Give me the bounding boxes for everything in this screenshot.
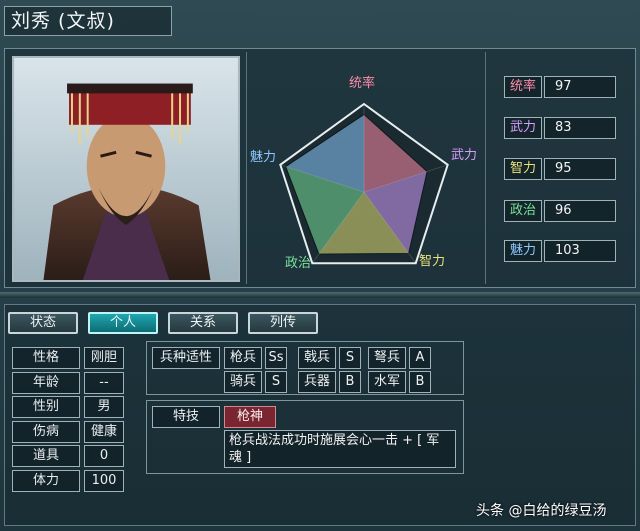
- aptitude-unit-siege: 兵器: [298, 371, 336, 393]
- stat-value: 97: [544, 76, 616, 98]
- aptitude-unit-crossbow: 弩兵: [368, 347, 406, 369]
- aptitude-unit-spear: 枪兵: [224, 347, 262, 369]
- aptitude-grade-navy: B: [409, 371, 431, 393]
- aptitude-grade-spear: Ss: [265, 347, 287, 369]
- info-value: --: [84, 372, 124, 394]
- stat-row-zhengzhi: 政治 96: [504, 200, 616, 222]
- stat-value: 83: [544, 117, 616, 139]
- info-row-personality: 性格 刚胆: [12, 347, 124, 369]
- stat-label: 统率: [504, 76, 542, 98]
- tab-status[interactable]: 状态: [8, 312, 78, 334]
- tab-relations[interactable]: 关系: [168, 312, 238, 334]
- info-value: 健康: [84, 421, 124, 443]
- stat-label: 智力: [504, 158, 542, 180]
- stat-row-wuli: 武力 83: [504, 117, 616, 139]
- aptitude-unit-cavalry: 骑兵: [224, 371, 262, 393]
- info-value: 男: [84, 396, 124, 418]
- aptitude-grade-cavalry: S: [265, 371, 287, 393]
- aptitude-grade-siege: B: [339, 371, 361, 393]
- stat-row-meili: 魅力 103: [504, 240, 616, 262]
- watermark: 头条 @白给的绿豆汤: [476, 503, 607, 519]
- aptitude-grade-crossbow: A: [409, 347, 431, 369]
- info-row-item: 道具 0: [12, 445, 124, 467]
- info-value: 0: [84, 445, 124, 467]
- attribute-radar: 统率 武力 智力 政治 魅力: [246, 52, 486, 284]
- radar-label-meili: 魅力: [250, 150, 277, 165]
- stat-label: 政治: [504, 200, 542, 222]
- skill-description: 枪兵战法成功时施展会心一击 + [ 军魂 ]: [224, 430, 456, 468]
- stat-row-zhili: 智力 95: [504, 158, 616, 180]
- stat-label: 武力: [504, 117, 542, 139]
- stat-row-tongshuai: 统率 97: [504, 76, 616, 98]
- info-row-stamina: 体力 100: [12, 470, 124, 492]
- info-value: 100: [84, 470, 124, 492]
- portrait-image: [14, 58, 238, 280]
- skill-name: 枪神: [224, 406, 276, 428]
- stat-value: 103: [544, 240, 616, 262]
- info-label: 性别: [12, 396, 80, 418]
- radar-label-tongshuai: 统率: [349, 76, 376, 91]
- radar-label-zhili: 智力: [419, 254, 446, 269]
- aptitude-title: 兵种适性: [152, 347, 220, 369]
- info-label: 体力: [12, 470, 80, 492]
- tab-biography[interactable]: 列传: [248, 312, 318, 334]
- aptitude-unit-halberd: 戟兵: [298, 347, 336, 369]
- info-row-gender: 性别 男: [12, 396, 124, 418]
- aptitude-unit-navy: 水军: [368, 371, 406, 393]
- stats-panel: 统率 97 武力 83 智力 95 政治 96 魅力 103: [492, 52, 632, 284]
- stat-label: 魅力: [504, 240, 542, 262]
- character-portrait: [12, 56, 240, 282]
- info-label: 道具: [12, 445, 80, 467]
- info-label: 年龄: [12, 372, 80, 394]
- tab-personal[interactable]: 个人: [88, 312, 158, 334]
- skill-title: 特技: [152, 406, 220, 428]
- info-row-injury: 伤病 健康: [12, 421, 124, 443]
- info-label: 性格: [12, 347, 80, 369]
- stat-value: 96: [544, 200, 616, 222]
- stat-value: 95: [544, 158, 616, 180]
- info-label: 伤病: [12, 421, 80, 443]
- info-value: 刚胆: [84, 347, 124, 369]
- radar-label-zhengzhi: 政治: [285, 256, 312, 271]
- aptitude-grade-halberd: S: [339, 347, 361, 369]
- radar-label-wuli: 武力: [451, 148, 478, 163]
- info-row-age: 年龄 --: [12, 372, 124, 394]
- section-divider: [0, 292, 640, 298]
- character-name: 刘秀 (文叔): [4, 6, 172, 36]
